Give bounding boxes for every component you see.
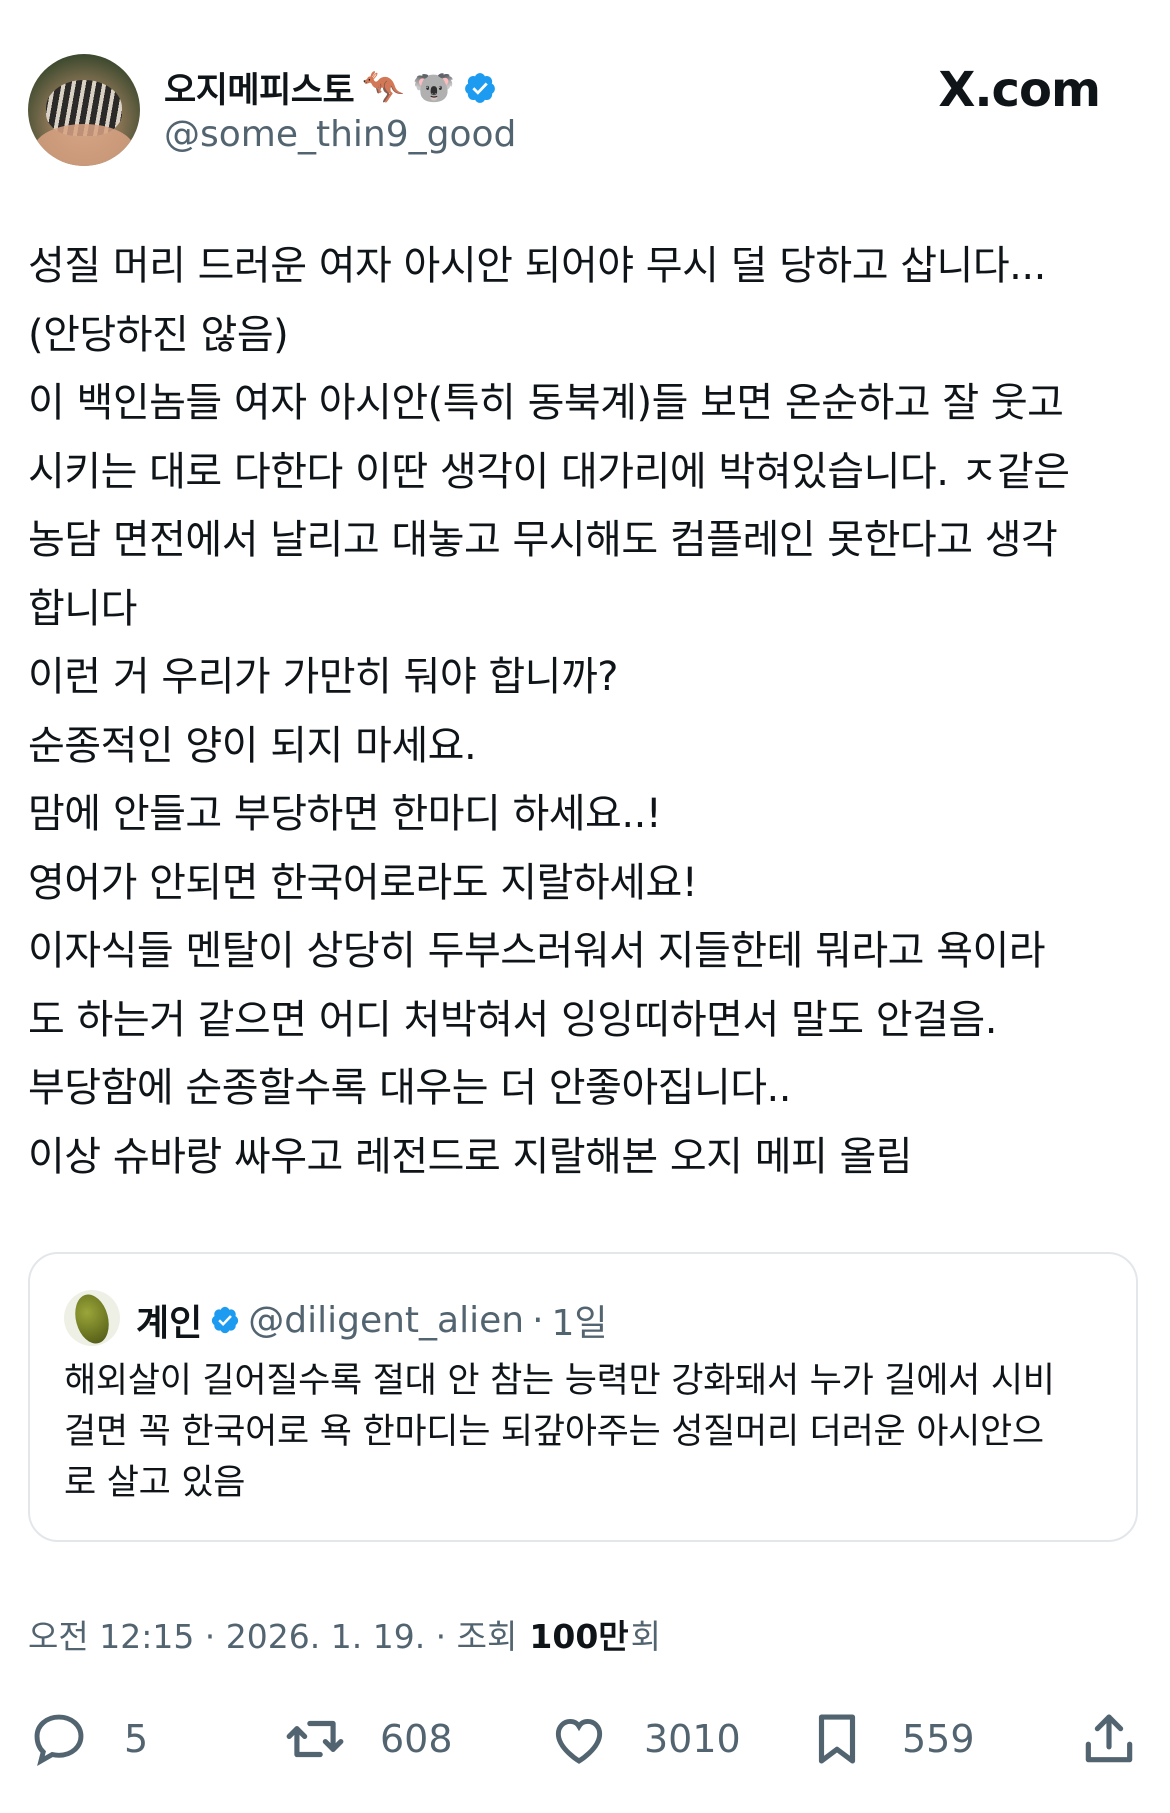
quoted-tweet-card[interactable]: 계인 @diligent_alien · 1일 해외살이 길어질수록 절대 안 … [28, 1252, 1138, 1542]
author-display-name[interactable]: 오지메피스토 [164, 62, 355, 113]
bookmark-button[interactable]: 559 [806, 1708, 975, 1770]
koala-emoji: 🐨 [412, 67, 455, 108]
author-handle[interactable]: @some_thin9_good [164, 114, 516, 155]
quote-author-handle: @diligent_alien [248, 1299, 525, 1341]
view-count-suffix: 회 [630, 1617, 662, 1656]
pickle-image [70, 1290, 114, 1346]
tweet-text: 성질 머리 드러운 여자 아시안 되어야 무시 덜 당하고 삽니다... (안당… [28, 243, 1070, 1180]
view-count: 100만 [529, 1617, 629, 1656]
quote-author-row: 계인 @diligent_alien · 1일 [136, 1294, 608, 1346]
bookmark-icon [818, 1714, 856, 1764]
action-bar: 5 608 3010 559 [0, 1700, 1170, 1780]
bookmark-count: 559 [902, 1717, 975, 1761]
quote-time: 1일 [551, 1303, 608, 1344]
share-icon [1085, 1714, 1133, 1763]
like-button[interactable]: 3010 [548, 1708, 741, 1770]
x-logo: X.com [938, 62, 1101, 118]
tweet-meta: 오전 12:15 · 2026. 1. 19. · 조회 100만 회 [28, 1610, 661, 1658]
author-avatar[interactable] [28, 54, 140, 166]
verified-badge-icon [465, 72, 495, 103]
like-count: 3010 [644, 1717, 741, 1761]
repost-icon [286, 1720, 344, 1758]
reply-icon [34, 1714, 84, 1766]
quote-text: 해외살이 길어질수록 절대 안 참는 능력만 강화돼서 누가 길에서 시비 걸면… [64, 1361, 1055, 1503]
reply-count: 5 [124, 1717, 149, 1761]
timestamp[interactable]: 오전 12:15 · 2026. 1. 19. · 조회 [28, 1610, 517, 1658]
reply-button[interactable]: 5 [28, 1708, 148, 1770]
share-button[interactable] [1078, 1708, 1140, 1770]
kangaroo-emoji: 🦘 [362, 67, 405, 108]
verified-badge-icon [212, 1306, 239, 1334]
repost-button[interactable]: 608 [284, 1708, 453, 1770]
author-name-row[interactable]: 오지메피스토 🦘 🐨 [164, 62, 497, 113]
avatar-hand-image [34, 124, 134, 166]
repost-count: 608 [380, 1717, 453, 1761]
quote-author-avatar [64, 1290, 120, 1346]
quote-separator: · [532, 1299, 544, 1341]
quote-author-name: 계인 [136, 1303, 203, 1344]
tweet-header: 오지메피스토 🦘 🐨 @some_thin9_good X.com [0, 0, 1170, 180]
heart-icon [555, 1718, 603, 1764]
